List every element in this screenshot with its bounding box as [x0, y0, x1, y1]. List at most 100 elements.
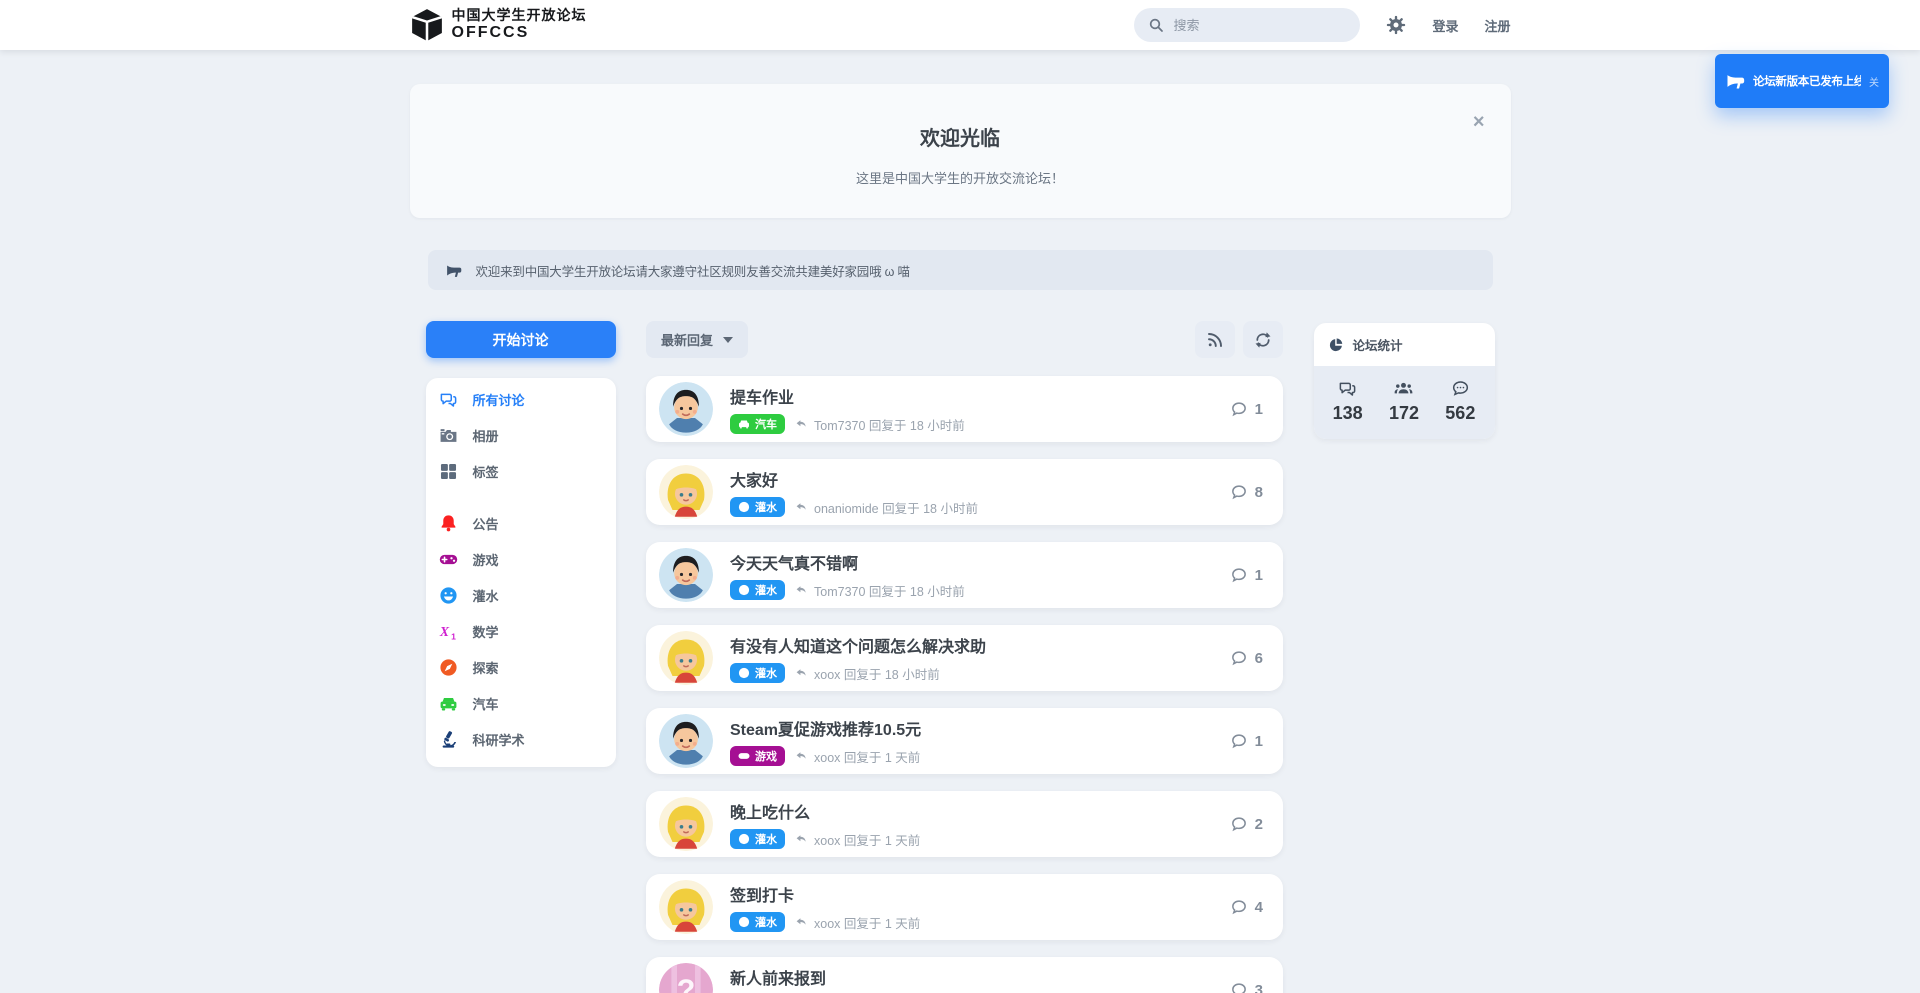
- discussion-title[interactable]: 大家好: [730, 467, 978, 491]
- svg-text:1: 1: [451, 631, 456, 641]
- sort-dropdown[interactable]: 最新回复: [646, 321, 748, 358]
- sidebar-item-label: 探索: [473, 658, 499, 677]
- sidebar-item-games[interactable]: 游戏: [426, 541, 616, 577]
- comments-icon: [438, 389, 460, 409]
- stat-item: 562: [1432, 379, 1488, 424]
- discussion-title[interactable]: 今天天气真不错啊: [730, 550, 965, 574]
- tag-label: 汽车: [755, 416, 777, 432]
- login-button[interactable]: 登录: [1432, 16, 1458, 35]
- tag-label: 游戏: [755, 748, 777, 764]
- sidebar-item-label: 相册: [473, 426, 499, 445]
- search-box[interactable]: [1134, 8, 1360, 42]
- gear-icon[interactable]: [1386, 15, 1406, 35]
- discussion-item[interactable]: 提车作业 汽车 Tom7370 回复于 18 小时前 1: [646, 376, 1283, 442]
- sidebar-item-label: 灌水: [473, 586, 499, 605]
- signup-button[interactable]: 注册: [1484, 16, 1510, 35]
- reply-count-value: 1: [1255, 733, 1263, 750]
- announcement-banner: 欢迎来到中国大学生开放论坛请大家遵守社区规则友善交流共建美好家园哦 ω 喵: [428, 250, 1493, 290]
- avatar: ?: [659, 963, 713, 993]
- grin-face-icon: [738, 916, 750, 928]
- comment-bubble-icon: [1230, 815, 1248, 833]
- rss-button[interactable]: [1195, 321, 1235, 358]
- svg-text:?: ?: [677, 975, 696, 993]
- reply-count[interactable]: 8: [1230, 483, 1263, 501]
- reply-count[interactable]: 1: [1230, 732, 1263, 750]
- tag-label: 灌水: [755, 831, 777, 847]
- discussion-item[interactable]: 今天天气真不错啊 灌水 Tom7370 回复于 18 小时前 1: [646, 542, 1283, 608]
- refresh-button[interactable]: [1243, 321, 1283, 358]
- sidebar-item-label: 数学: [473, 622, 499, 641]
- sort-label: 最新回复: [661, 330, 713, 349]
- comment-bubble-icon: [1230, 649, 1248, 667]
- discussion-item[interactable]: ? 新人前来报到 3: [646, 957, 1283, 993]
- megaphone-icon: [1725, 71, 1745, 91]
- sidebar-item-all-discussions[interactable]: 所有讨论: [426, 381, 616, 417]
- reply-count-value: 4: [1255, 899, 1263, 916]
- discussion-item[interactable]: 大家好 灌水 onaniomide 回复于 18 小时前 8: [646, 459, 1283, 525]
- toast-close-button[interactable]: 关: [1869, 74, 1879, 89]
- avatar: [659, 797, 713, 851]
- reply-arrow-icon: [795, 501, 808, 514]
- tag-badge[interactable]: 游戏: [730, 746, 785, 766]
- grin-face-icon: [738, 501, 750, 513]
- top-header: 中国大学生开放论坛 OFFCCS 登录 注册: [0, 0, 1920, 50]
- discussion-title[interactable]: Steam夏促游戏推荐10.5元: [730, 716, 921, 740]
- discussion-item[interactable]: 晚上吃什么 灌水 xoox 回复于 1 天前 2: [646, 791, 1283, 857]
- reply-count[interactable]: 3: [1230, 981, 1263, 993]
- avatar: [659, 631, 713, 685]
- avatar: [659, 382, 713, 436]
- discussion-title[interactable]: 晚上吃什么: [730, 799, 920, 823]
- discussion-item[interactable]: 签到打卡 灌水 xoox 回复于 1 天前 4: [646, 874, 1283, 940]
- stats-title: 论坛统计: [1353, 335, 1403, 354]
- tag-badge[interactable]: 灌水: [730, 829, 785, 849]
- stat-item: 138: [1320, 379, 1376, 424]
- reply-count[interactable]: 4: [1230, 898, 1263, 916]
- search-input[interactable]: [1173, 18, 1333, 33]
- tag-badge[interactable]: 汽车: [730, 414, 785, 434]
- start-discussion-button[interactable]: 开始讨论: [426, 321, 616, 358]
- sidebar-item-tags[interactable]: 标签: [426, 453, 616, 489]
- discussion-title[interactable]: 签到打卡: [730, 882, 920, 906]
- reply-count-value: 1: [1255, 401, 1263, 418]
- discussion-title[interactable]: 提车作业: [730, 384, 965, 408]
- sidebar-item-cars[interactable]: 汽车: [426, 685, 616, 721]
- grin-face-icon: [738, 667, 750, 679]
- grid-icon: [438, 461, 460, 481]
- tag-label: 灌水: [755, 665, 777, 681]
- reply-count[interactable]: 6: [1230, 649, 1263, 667]
- discussion-list: 提车作业 汽车 Tom7370 回复于 18 小时前 1 大家好: [646, 376, 1283, 993]
- reply-count[interactable]: 1: [1230, 400, 1263, 418]
- discussion-title[interactable]: 新人前来报到: [730, 965, 826, 989]
- notification-toast[interactable]: 论坛新版本已发布上线~ 关: [1715, 54, 1889, 108]
- reply-count[interactable]: 1: [1230, 566, 1263, 584]
- sidebar-item-explore[interactable]: 探索: [426, 649, 616, 685]
- tag-badge[interactable]: 灌水: [730, 663, 785, 683]
- last-reply-meta: Tom7370 回复于 18 小时前: [795, 581, 965, 600]
- sidebar-item-research[interactable]: 科研学术: [426, 721, 616, 757]
- tag-badge[interactable]: 灌水: [730, 580, 785, 600]
- discussion-item[interactable]: 有没有人知道这个问题怎么解决求助 灌水 xoox 回复于 18 小时前 6: [646, 625, 1283, 691]
- reply-arrow-icon: [795, 667, 808, 680]
- reply-count[interactable]: 2: [1230, 815, 1263, 833]
- sidebar-item-label: 标签: [473, 462, 499, 481]
- discussion-title[interactable]: 有没有人知道这个问题怎么解决求助: [730, 633, 986, 657]
- discussion-item[interactable]: Steam夏促游戏推荐10.5元 游戏 xoox 回复于 1 天前 1: [646, 708, 1283, 774]
- sidebar-item-math[interactable]: X1 数学: [426, 613, 616, 649]
- sidebar: 开始讨论 所有讨论 相册 标签 公告 游戏 灌水 X1 数学 探索 汽车: [426, 321, 616, 993]
- tag-badge[interactable]: 灌水: [730, 912, 785, 932]
- hero-close-button[interactable]: ×: [1473, 112, 1485, 132]
- sidebar-item-albums[interactable]: 相册: [426, 417, 616, 453]
- sidebar-item-label: 汽车: [473, 694, 499, 713]
- forum-logo[interactable]: 中国大学生开放论坛 OFFCCS: [410, 8, 587, 42]
- tag-label: 灌水: [755, 499, 777, 515]
- reply-count-value: 8: [1255, 484, 1263, 501]
- tag-badge[interactable]: 灌水: [730, 497, 785, 517]
- grin-face-icon: [738, 833, 750, 845]
- stat-item: 172: [1376, 379, 1432, 424]
- logo-text: 中国大学生开放论坛 OFFCCS: [452, 8, 587, 42]
- gamepad-icon: [438, 549, 460, 569]
- sidebar-item-casual[interactable]: 灌水: [426, 577, 616, 613]
- sidebar-item-announcements[interactable]: 公告: [426, 505, 616, 541]
- comment-bubble-icon: [1230, 483, 1248, 501]
- last-reply-meta: Tom7370 回复于 18 小时前: [795, 415, 965, 434]
